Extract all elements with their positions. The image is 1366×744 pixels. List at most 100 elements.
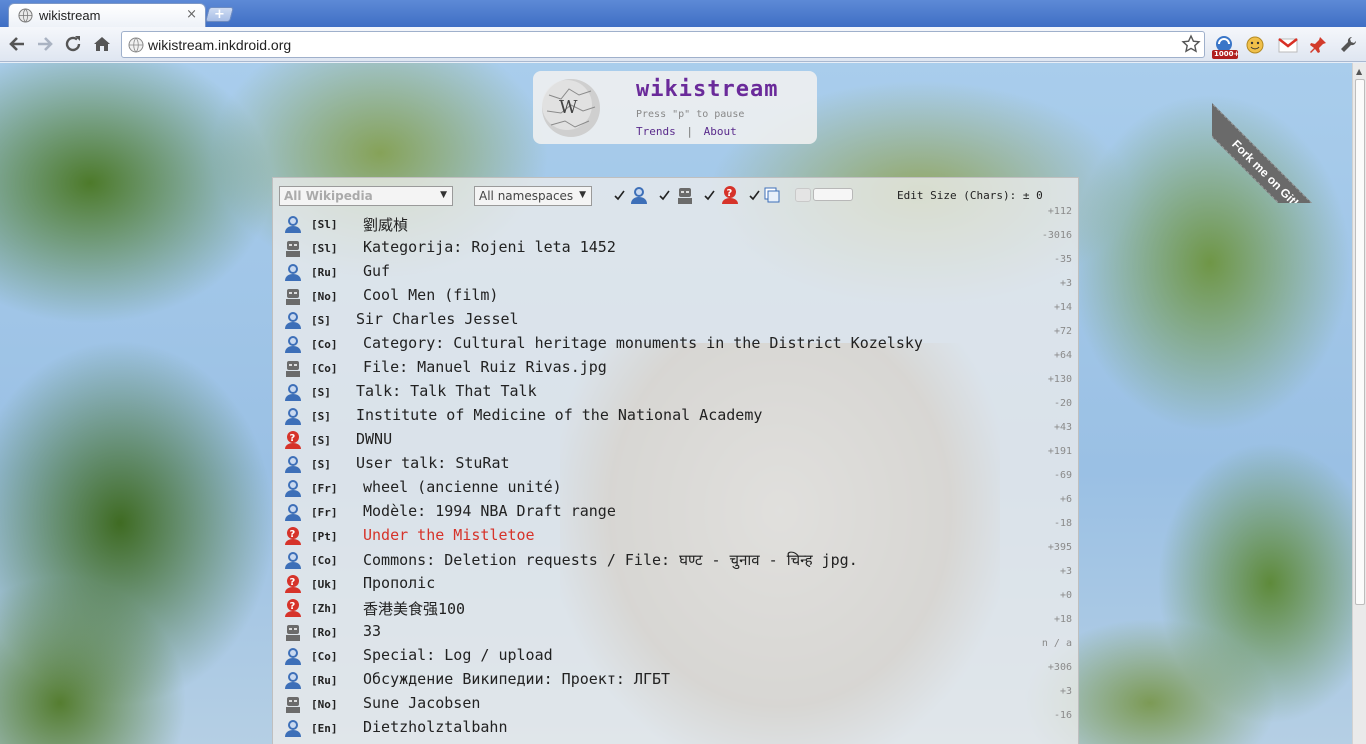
svg-text:W: W (559, 97, 578, 118)
edit-size-delta: -69 (1053, 470, 1072, 481)
edit-page-title[interactable]: 33 (363, 622, 381, 640)
home-icon[interactable] (91, 33, 113, 55)
anonymous-checkbox[interactable] (704, 190, 715, 201)
rss-extension-icon[interactable]: 1000+ (1212, 34, 1239, 59)
list-item[interactable]: [S] Talk: Talk That Talk +130 (273, 374, 1078, 404)
robots-filter-checkbox[interactable] (749, 190, 760, 201)
gmail-icon[interactable] (1277, 34, 1299, 56)
edit-page-title[interactable]: Kategorija: Rojeni leta 1452 (363, 238, 616, 256)
list-item[interactable]: [No] Sune Jacobsen +3 (273, 686, 1078, 716)
list-item[interactable]: [Co] Special: Log / upload n / a (273, 638, 1078, 668)
robot-icon (286, 289, 300, 305)
site-title: wikistream (636, 77, 779, 102)
smiley-extension-icon[interactable] (1244, 34, 1266, 56)
list-item[interactable]: [Fr] Modèle: 1994 NBA Draft range +6 (273, 494, 1078, 524)
edit-size-delta: +14 (1053, 302, 1072, 313)
edit-page-title[interactable]: Talk: Talk That Talk (356, 382, 537, 400)
list-item[interactable]: [Co] File: Manuel Ruiz Rivas.jpg +64 (273, 350, 1078, 380)
wrench-icon[interactable] (1337, 34, 1359, 56)
edit-page-title[interactable]: 劉威楨 (363, 214, 408, 235)
list-item[interactable]: [S] Sir Charles Jessel +14 (273, 302, 1078, 332)
edit-size-delta: -20 (1053, 398, 1072, 409)
scroll-up-icon[interactable]: ▲ (1356, 67, 1362, 76)
bookmark-star-icon[interactable] (1181, 34, 1201, 54)
list-item[interactable]: [Ru] Guf -35 (273, 254, 1078, 284)
edit-page-title[interactable]: Category: Cultural heritage monuments in… (363, 334, 923, 352)
users-checkbox[interactable] (614, 190, 625, 201)
edit-page-title[interactable]: Special: Log / upload (363, 646, 553, 664)
address-bar[interactable]: wikistream.inkdroid.org (121, 31, 1205, 58)
edit-size-delta: +306 (1047, 662, 1072, 673)
list-item[interactable]: [Sl] Kategorija: Rojeni leta 1452 -3016 (273, 230, 1078, 260)
bots-checkbox[interactable] (659, 190, 670, 201)
list-item[interactable]: [S] User talk: StuRat +191 (273, 446, 1078, 476)
edit-size-delta: +112 (1047, 206, 1072, 217)
edit-page-title[interactable]: User talk: StuRat (356, 454, 510, 472)
namespace-select[interactable]: All namespaces ▼ (474, 186, 592, 206)
anonymous-user-icon: ? (285, 599, 301, 617)
edit-page-title[interactable]: 香港美食强100 (363, 598, 465, 619)
list-item[interactable]: ? [Pt] Under the Mistletoe -18 (273, 518, 1078, 548)
list-item[interactable]: [No] Cool Men (film) +3 (273, 278, 1078, 308)
edit-size-delta: -3016 (1041, 230, 1072, 241)
wiki-language-tag: [Co] (311, 554, 338, 567)
edit-page-title[interactable]: Sir Charles Jessel (356, 310, 519, 328)
edit-page-title[interactable]: Under the Mistletoe (363, 526, 535, 544)
trends-link[interactable]: Trends (636, 125, 676, 138)
list-item[interactable]: [Ru] Обсуждение Википедии: Проект: ЛГБТ +3… (273, 662, 1078, 692)
slider-handle[interactable] (795, 188, 811, 202)
scrollbar-thumb[interactable] (1355, 79, 1365, 605)
edit-page-title[interactable]: wheel (ancienne unité) (363, 478, 562, 496)
edit-page-title[interactable]: Commons: Deletion requests / File: घण्ट … (363, 550, 858, 570)
list-item[interactable]: [En] Dietzholztalbahn -16 (273, 710, 1078, 740)
edit-page-title[interactable]: Dietzholztalbahn (363, 718, 508, 736)
edit-size-delta: +130 (1047, 374, 1072, 385)
list-item[interactable]: ? [Zh] 香港美食强100 +0 (273, 590, 1078, 620)
edit-page-title[interactable]: File: Manuel Ruiz Rivas.jpg (363, 358, 607, 376)
edit-page-title[interactable]: Guf (363, 262, 390, 280)
robot-icon (286, 625, 300, 641)
edit-page-title[interactable]: Institute of Medicine of the National Ac… (356, 406, 762, 424)
edit-page-title[interactable]: Прополіс (363, 574, 435, 592)
wiki-select[interactable]: All Wikipedia ▼ (279, 186, 453, 206)
edit-page-title[interactable]: DWNU (356, 430, 392, 448)
edit-size-slider[interactable] (795, 188, 853, 202)
list-item[interactable]: [Co] Commons: Deletion requests / File: घ… (273, 542, 1078, 572)
edit-page-title[interactable]: Modèle: 1994 NBA Draft range (363, 502, 616, 520)
edit-page-title[interactable]: Sune Jacobsen (363, 694, 480, 712)
wikipedia-globe-logo: W (542, 79, 600, 137)
list-item[interactable]: ? [S] DWNU +43 (273, 422, 1078, 452)
pin-extension-icon[interactable] (1307, 34, 1329, 56)
tab-wikistream[interactable]: wikistream × (8, 3, 206, 27)
pause-hint: Press "p" to pause (636, 109, 745, 120)
list-item[interactable]: [Fr] wheel (ancienne unité) -69 (273, 470, 1078, 500)
edit-size-delta: -16 (1053, 710, 1072, 721)
list-item[interactable]: [Sl] 劉威楨 +112 (273, 206, 1078, 236)
fork-ribbon-label[interactable]: Fork me on GitHub (1212, 102, 1351, 203)
about-link[interactable]: About (704, 125, 737, 138)
list-item[interactable]: ? [Uk] Прополіс +3 (273, 566, 1078, 596)
page-info-icon[interactable] (128, 37, 144, 53)
list-item[interactable]: [Ro] 33 +18 (273, 614, 1078, 644)
wiki-language-tag: [Sl] (311, 218, 338, 231)
svg-text:?: ? (290, 529, 296, 540)
user-icon (285, 720, 301, 737)
tab-title: wikistream (39, 8, 101, 23)
svg-text:?: ? (290, 601, 296, 612)
header-links: Trends | About (636, 125, 737, 138)
back-icon[interactable] (6, 33, 28, 55)
fork-ribbon[interactable]: Fork me on GitHub (1212, 63, 1352, 203)
robot-icon (678, 188, 692, 204)
page-scrollbar[interactable]: ▲ (1352, 63, 1366, 744)
tab-close-button[interactable]: × (186, 7, 197, 22)
user-icon (285, 552, 301, 569)
edit-size-delta: +64 (1053, 350, 1072, 361)
edit-page-title[interactable]: Обсуждение Википедии: Проект: ЛГБТ (363, 670, 670, 688)
slider-track[interactable] (813, 188, 853, 201)
new-tab-button[interactable]: + (204, 7, 235, 22)
edit-page-title[interactable]: Cool Men (film) (363, 286, 498, 304)
reload-icon[interactable] (62, 33, 84, 55)
list-item[interactable]: [S] Institute of Medicine of the National… (273, 398, 1078, 428)
forward-icon[interactable] (34, 33, 56, 55)
list-item[interactable]: [Co] Category: Cultural heritage monument… (273, 326, 1078, 356)
